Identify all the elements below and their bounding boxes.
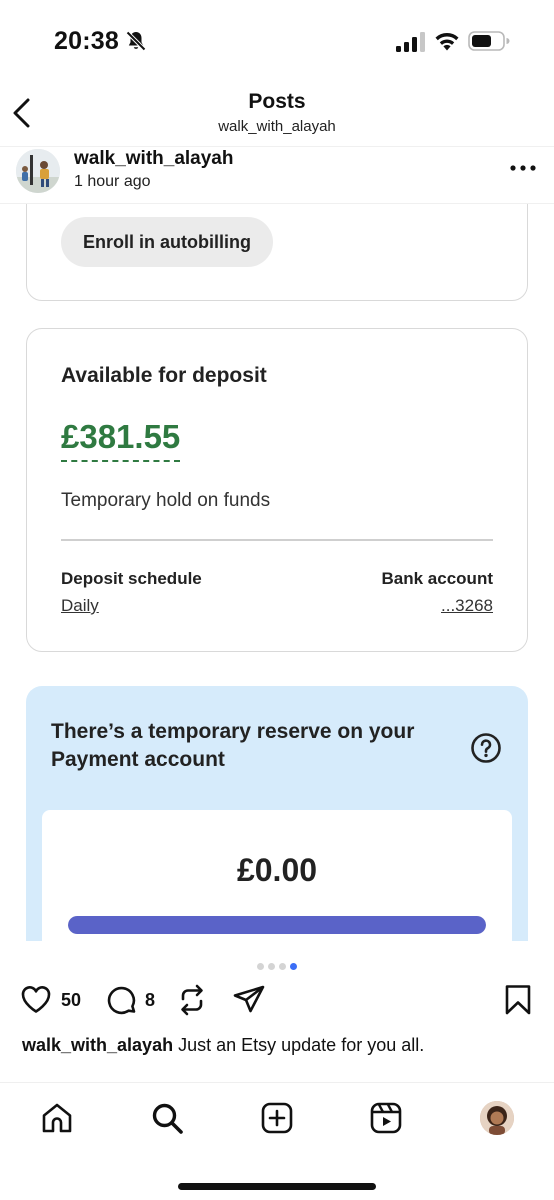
carousel-dot <box>257 963 264 971</box>
caption-username[interactable]: walk_with_alayah <box>22 1035 173 1055</box>
post-actions: 50 8 <box>0 980 554 1024</box>
carousel-dot <box>268 963 275 971</box>
wifi-icon <box>435 32 459 51</box>
status-bar: 20:38 <box>0 0 554 80</box>
status-time: 20:38 <box>54 27 119 55</box>
share-icon[interactable] <box>232 984 266 1016</box>
create-icon[interactable] <box>260 1101 294 1135</box>
more-horizontal-icon[interactable] <box>508 161 538 175</box>
bottom-nav <box>0 1082 554 1200</box>
page-title: Posts <box>248 90 306 113</box>
reserve-progress-bar <box>68 916 486 934</box>
carousel-dot-active <box>290 963 297 971</box>
deposit-hold-note: Temporary hold on funds <box>61 490 271 511</box>
heart-icon[interactable] <box>20 984 52 1014</box>
post-author-row: walk_with_alayah 1 hour ago <box>0 146 554 204</box>
page-subtitle: walk_with_alayah <box>218 118 336 135</box>
divider <box>61 539 493 541</box>
repost-icon[interactable] <box>176 983 208 1017</box>
bookmark-icon[interactable] <box>504 984 532 1016</box>
signal-icon <box>396 32 425 52</box>
post-image[interactable]: Enroll in autobilling Available for depo… <box>0 204 554 941</box>
author-avatar[interactable] <box>16 149 60 193</box>
author-avatar-photo <box>16 149 60 193</box>
like-count[interactable]: 50 <box>61 990 81 1011</box>
deposit-schedule-label: Deposit schedule <box>61 569 202 588</box>
posts-header: Posts walk_with_alayah <box>0 80 554 146</box>
home-indicator <box>178 1183 376 1190</box>
caption-text: Just an Etsy update for you all. <box>178 1035 425 1055</box>
profile-avatar[interactable] <box>480 1101 514 1135</box>
deposit-schedule-value: Daily <box>61 596 99 615</box>
carousel-dots <box>0 958 554 971</box>
reserve-amount: £0.00 <box>236 852 318 888</box>
author-name[interactable]: walk_with_alayah <box>74 148 233 170</box>
deposit-amount: £381.55 <box>61 418 181 463</box>
profile-avatar-photo <box>480 1101 514 1135</box>
comment-icon[interactable] <box>106 984 138 1016</box>
bell-slash-icon <box>126 31 146 51</box>
post-caption: walk_with_alayah Just an Etsy update for… <box>22 1035 542 1056</box>
battery-icon <box>468 31 510 51</box>
enroll-autobilling-button: Enroll in autobilling <box>61 217 273 267</box>
reserve-message: There’s a temporary reserve on your Paym… <box>51 720 415 771</box>
help-circle-icon <box>471 733 501 763</box>
post-time: 1 hour ago <box>74 173 151 190</box>
carousel-dot <box>279 963 286 971</box>
bank-account-value: ...3268 <box>441 596 493 615</box>
autobilling-card: Enroll in autobilling <box>26 204 528 301</box>
search-icon[interactable] <box>150 1101 184 1135</box>
reels-icon[interactable] <box>369 1101 403 1135</box>
deposit-title: Available for deposit <box>61 364 267 387</box>
home-icon[interactable] <box>40 1101 74 1135</box>
comment-count[interactable]: 8 <box>145 990 155 1011</box>
deposit-card: Available for deposit £381.55 Temporary … <box>26 328 528 652</box>
bank-account-label: Bank account <box>381 569 493 588</box>
reserve-inner-card: £0.00 <box>42 810 512 941</box>
reserve-progress-fill <box>68 916 486 934</box>
reserve-card: There’s a temporary reserve on your Paym… <box>26 686 528 941</box>
